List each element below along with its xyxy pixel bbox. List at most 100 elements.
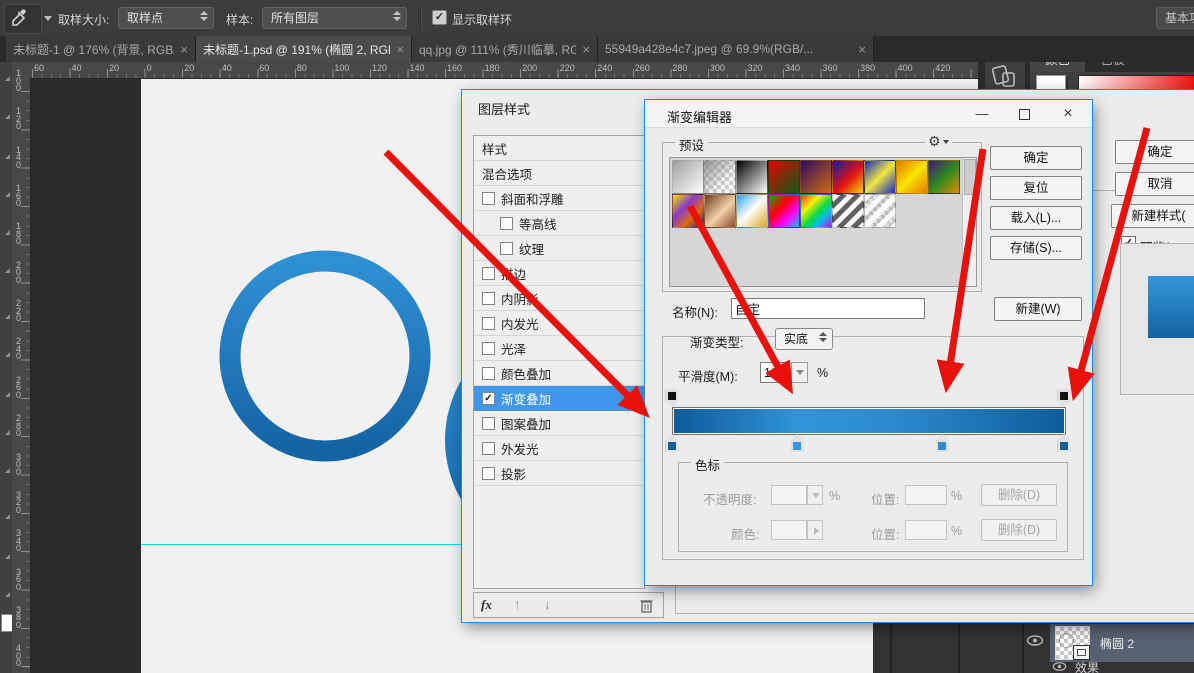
checkbox[interactable] <box>482 317 495 330</box>
delete-color-button[interactable]: 删除(D) <box>981 519 1057 541</box>
tab-close-icon[interactable]: × <box>858 43 866 56</box>
show-ring-checkbox[interactable]: ✓ <box>432 10 447 25</box>
layer-style-item-color-overlay[interactable]: 颜色叠加 <box>474 361 644 386</box>
name-input[interactable] <box>731 298 925 319</box>
checkbox[interactable] <box>482 342 495 355</box>
gradient-preset-blue-red-yellow[interactable] <box>832 160 864 194</box>
presets-well <box>669 157 977 287</box>
gradient-preset-foreground-to-transparent[interactable] <box>704 160 736 194</box>
gradient-preset-red-to-green[interactable] <box>768 160 800 194</box>
checkbox[interactable] <box>482 367 495 380</box>
move-up-icon[interactable]: ↑ <box>514 596 521 612</box>
sample-size-dropdown[interactable]: 取样点 <box>118 7 214 29</box>
layer-style-item-contour[interactable]: 等高线 <box>474 211 644 236</box>
gradient-preset-transparent-stripes[interactable] <box>864 194 896 228</box>
effects-label[interactable]: 效果 <box>1075 659 1099 673</box>
tab-close-icon[interactable]: × <box>180 43 188 56</box>
layer-style-item-style[interactable]: 样式 <box>474 136 644 161</box>
gradient-preset-foreground-to-background[interactable] <box>672 160 704 194</box>
scrollbar[interactable] <box>962 158 976 286</box>
color-panel-icon[interactable] <box>992 65 1018 91</box>
gear-icon[interactable]: ⚙ <box>925 133 952 150</box>
ruler-number: 2 8 0 <box>12 415 25 438</box>
trash-icon[interactable] <box>640 598 653 613</box>
document-tab[interactable]: 未标题-1.psd @ 191% (椭圆 2, RGB/8) *× <box>196 36 412 62</box>
smoothness-input[interactable] <box>760 362 790 383</box>
opacity-input[interactable] <box>771 485 807 505</box>
new-style-button[interactable]: 新建样式( <box>1111 204 1194 228</box>
delete-opacity-button[interactable]: 删除(D) <box>981 484 1057 506</box>
document-tab[interactable]: 55949a428e4c7.jpeg @ 69.9%(RGB/...× <box>598 36 874 62</box>
layer-style-item-drop-shadow[interactable]: 投影 <box>474 461 644 486</box>
layer-style-item-texture[interactable]: 纹理 <box>474 236 644 261</box>
fx-icon[interactable]: fx <box>481 597 492 613</box>
gradient-preset-violet-to-orange[interactable] <box>800 160 832 194</box>
gradient-bar[interactable] <box>672 407 1066 435</box>
gradient-type-dropdown[interactable]: 实底 <box>775 328 833 350</box>
checkbox[interactable] <box>482 292 495 305</box>
layer-style-item-bevel-emboss[interactable]: 斜面和浮雕 <box>474 186 644 211</box>
layer-style-item-inner-glow[interactable]: 内发光 <box>474 311 644 336</box>
minimize-icon[interactable]: — <box>963 100 1001 127</box>
visibility-eye-icon[interactable] <box>1026 634 1044 647</box>
move-down-icon[interactable]: ↓ <box>544 596 551 612</box>
document-tab[interactable]: qq.jpg @ 111% (秀川临摹, RGB/...× <box>412 36 598 62</box>
layer-style-item-pattern-overlay[interactable]: 图案叠加 <box>474 411 644 436</box>
layer-style-item-stroke[interactable]: 描边 <box>474 261 644 286</box>
ok-button[interactable]: 确定 <box>990 146 1082 170</box>
checkbox[interactable] <box>482 467 495 480</box>
gradient-preset-yellow-violet-orange-blue[interactable] <box>672 194 704 228</box>
gradient-preset-violet-green-orange[interactable] <box>928 160 960 194</box>
layer-style-item-blending-options[interactable]: 混合选项 <box>474 161 644 186</box>
dialog-titlebar[interactable]: 渐变编辑器 — × <box>645 100 1092 128</box>
checkbox[interactable] <box>500 217 513 230</box>
sample-dropdown[interactable]: 所有图层 <box>262 7 407 29</box>
stops-label: 色标 <box>691 455 724 474</box>
gradient-preset-spectrum[interactable] <box>768 194 800 228</box>
layer-name[interactable]: 椭圆 2 <box>1100 635 1134 652</box>
gradient-preset-gray-stripes[interactable] <box>832 194 864 228</box>
tab-close-icon[interactable]: × <box>396 43 404 56</box>
gradient-preset-blue-yellow-blue[interactable] <box>864 160 896 194</box>
checkbox[interactable] <box>500 242 513 255</box>
save-button[interactable]: 存储(S)... <box>990 236 1082 260</box>
tab-close-icon[interactable]: × <box>582 43 590 56</box>
layer-thumbnail[interactable] <box>1055 626 1090 660</box>
tool-flyout-indicator <box>5 268 10 273</box>
gradient-preset-chrome[interactable] <box>736 194 768 228</box>
checkbox[interactable]: ✓ <box>482 392 495 405</box>
workspace-button[interactable]: 基本功 <box>1156 7 1194 29</box>
reset-button[interactable]: 复位 <box>990 176 1082 200</box>
layer-style-item-inner-shadow[interactable]: 内阴影 <box>474 286 644 311</box>
checkbox[interactable] <box>482 442 495 455</box>
layer-style-item-satin[interactable]: 光泽 <box>474 336 644 361</box>
cancel-button[interactable]: 取消 <box>1115 172 1194 196</box>
layer-style-item-gradient-overlay[interactable]: ✓渐变叠加 <box>474 386 644 411</box>
ok-button[interactable]: 确定 <box>1115 140 1194 164</box>
effects-eye-icon[interactable] <box>1052 661 1067 672</box>
document-tab[interactable]: 未标题-1 @ 176% (背景, RGB/...× <box>6 36 196 62</box>
position-input[interactable] <box>905 520 947 540</box>
checkbox[interactable] <box>482 192 495 205</box>
layer-style-item-outer-glow[interactable]: 外发光 <box>474 436 644 461</box>
checkbox[interactable] <box>482 417 495 430</box>
ruler-number: 60 <box>259 63 269 73</box>
color-picker-arrow-button[interactable] <box>807 520 823 540</box>
tool-caret-icon[interactable] <box>44 16 52 21</box>
smoothness-dropdown-button[interactable] <box>791 362 808 383</box>
gradient-preset-copper[interactable] <box>704 194 736 228</box>
ruler-number: 3 6 0 <box>12 569 25 592</box>
load-button[interactable]: 载入(L)... <box>990 206 1082 230</box>
color-swatch-box[interactable] <box>771 520 807 540</box>
checkbox[interactable] <box>482 267 495 280</box>
gradient-preset-transparent-rainbow[interactable] <box>800 194 832 228</box>
eyedropper-tool-button[interactable] <box>4 4 42 34</box>
maximize-icon[interactable] <box>1005 100 1043 127</box>
scrollbar-thumb[interactable] <box>964 159 976 195</box>
gradient-preset-black-to-white[interactable] <box>736 160 768 194</box>
position-input[interactable] <box>905 485 947 505</box>
new-gradient-button[interactable]: 新建(W) <box>994 297 1082 321</box>
opacity-dropdown-button[interactable] <box>807 485 823 505</box>
gradient-preset-orange-yellow-orange[interactable] <box>896 160 928 194</box>
close-icon[interactable]: × <box>1049 100 1087 127</box>
